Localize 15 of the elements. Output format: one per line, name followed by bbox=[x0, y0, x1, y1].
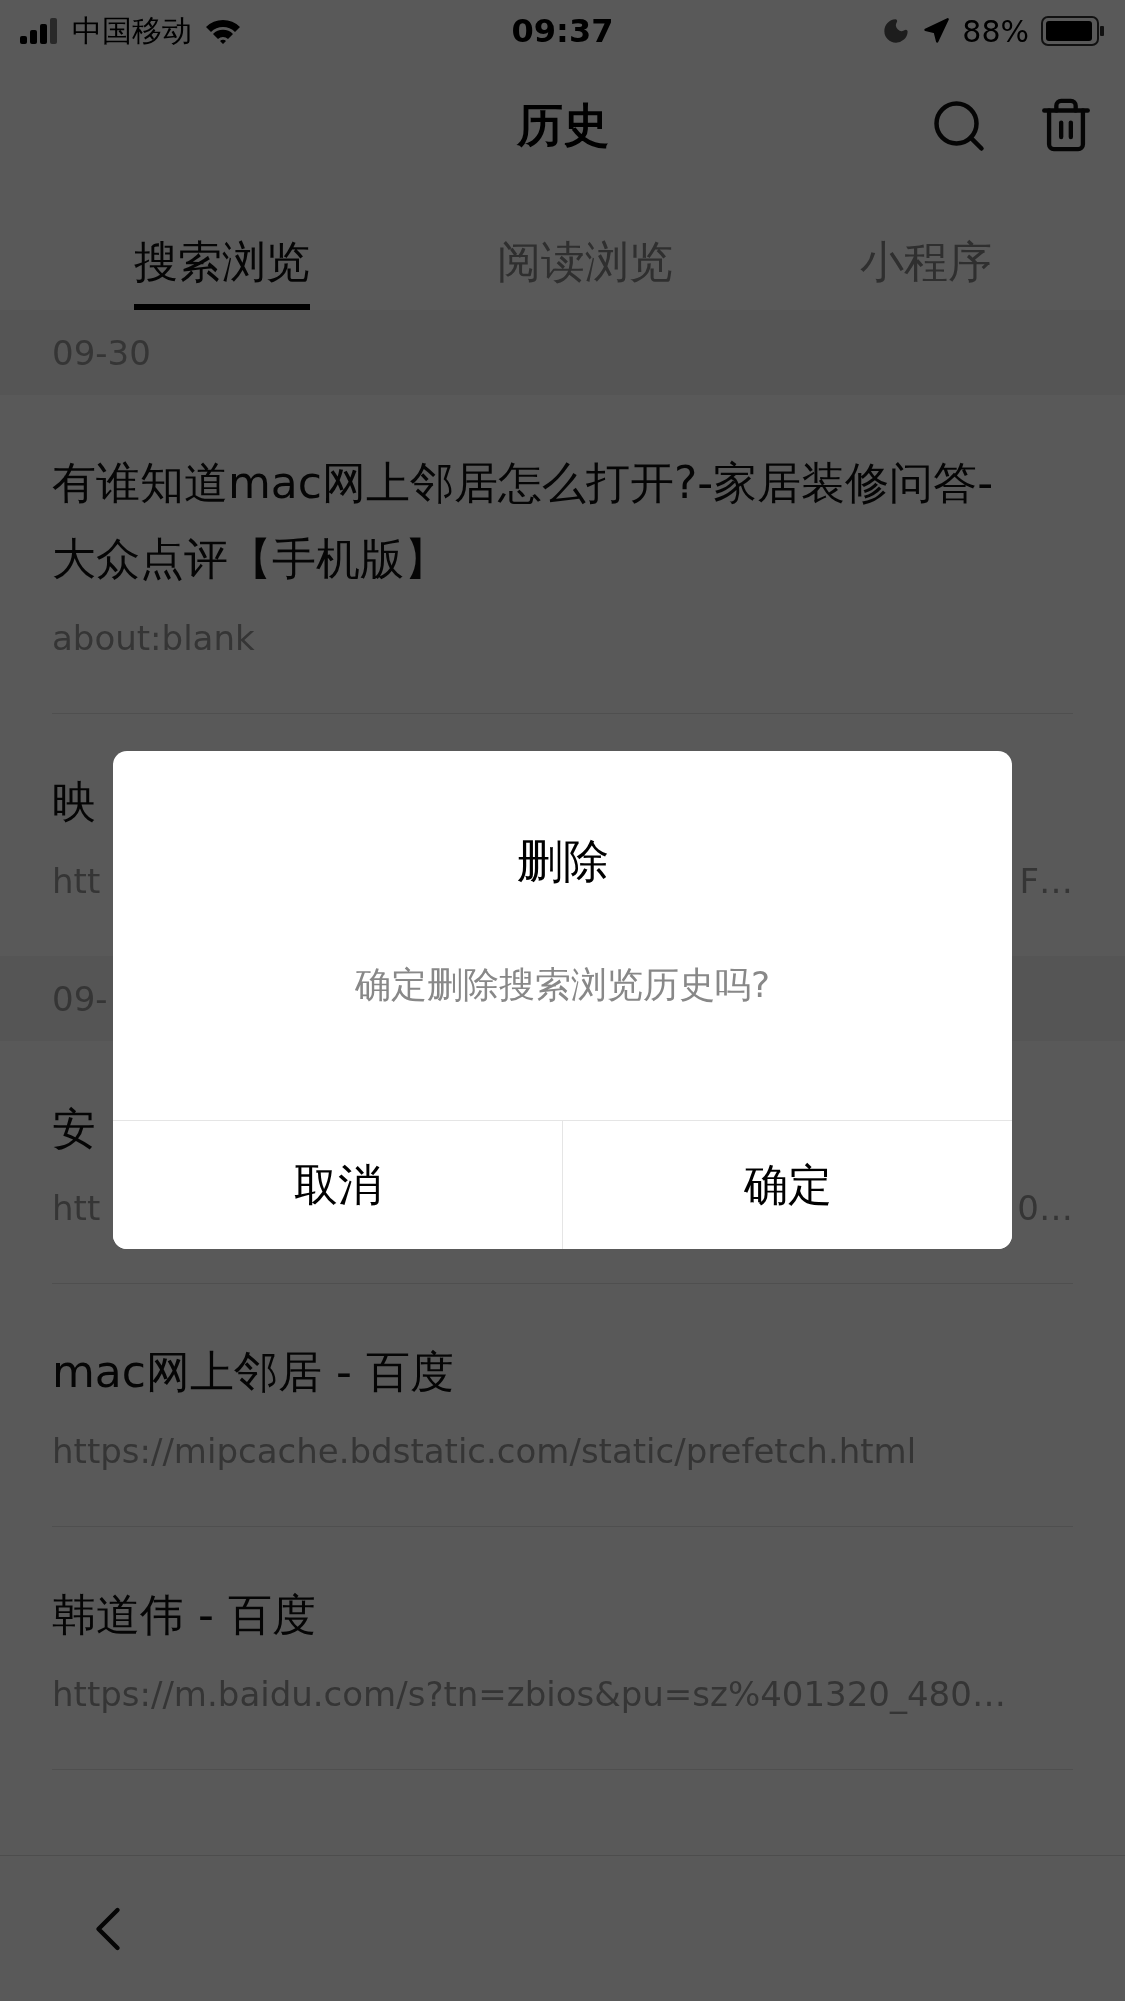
moon-icon bbox=[882, 17, 911, 45]
carrier-name: 中国移动 bbox=[72, 11, 192, 50]
battery-percent: 88% bbox=[962, 13, 1029, 49]
history-title[interactable]: 有谁知道mac网上邻居怎么打开?-家居装修问答-大众点评【手机版】 bbox=[52, 445, 1073, 597]
wifi-icon bbox=[204, 17, 242, 45]
battery-icon bbox=[1041, 16, 1105, 46]
history-title[interactable]: 韩道伟 - 百度 bbox=[52, 1577, 1073, 1653]
page-title: 历史 bbox=[516, 97, 609, 154]
dialog-button[interactable]: 确定 bbox=[562, 1121, 1012, 1249]
signal-icon bbox=[20, 18, 60, 44]
clock-time: 09:37 bbox=[511, 12, 614, 50]
location-arrow-icon bbox=[922, 17, 951, 45]
dialog-message: 确定删除搜索浏览历史吗? bbox=[354, 963, 771, 1007]
dialog-title: 删除 bbox=[516, 833, 609, 890]
history-title[interactable]: mac网上邻居 - 百度 bbox=[52, 1334, 1073, 1410]
